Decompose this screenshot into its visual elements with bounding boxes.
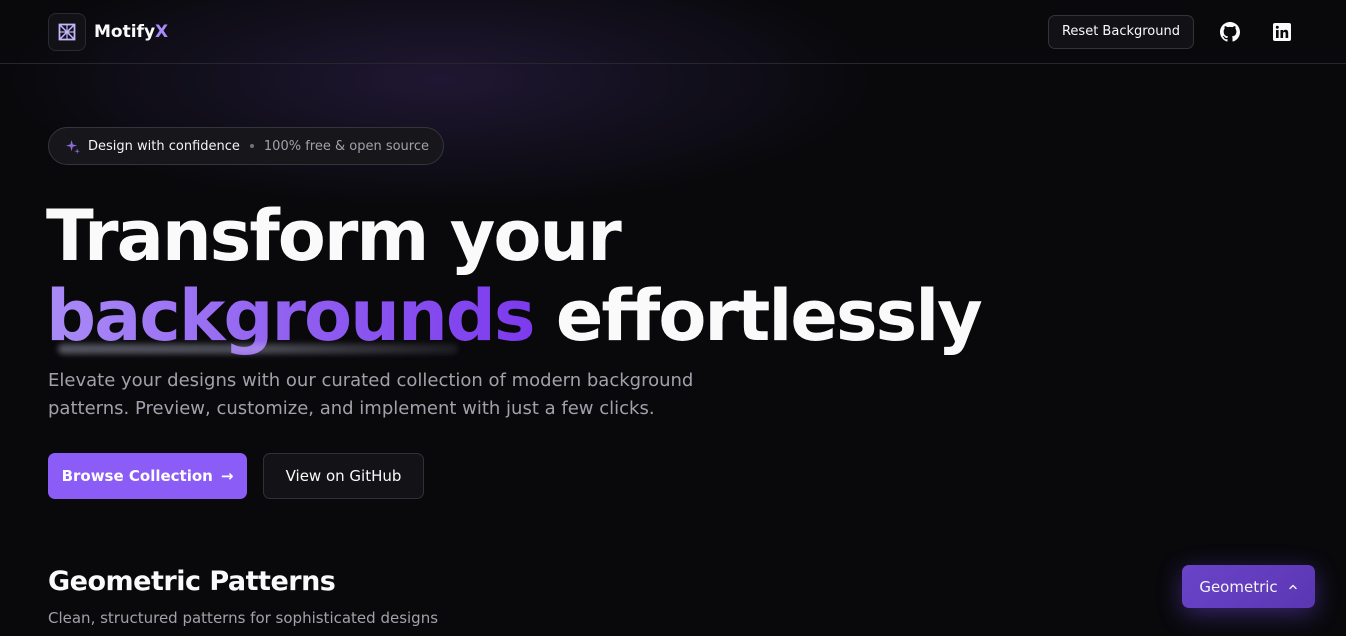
logo-icon: [48, 12, 86, 51]
linkedin-link[interactable]: [1266, 16, 1298, 48]
accent-underline-glow: [58, 344, 458, 354]
badge-separator: [249, 144, 254, 148]
brand-name-text: Motify: [94, 21, 156, 42]
linkedin-icon: [1273, 22, 1291, 41]
category-selector-button[interactable]: Geometric: [1182, 565, 1315, 608]
reset-background-button[interactable]: Reset Background: [1047, 14, 1194, 49]
badge-muted-text: 100% free & open source: [263, 138, 429, 154]
brand[interactable]: Motify X: [48, 12, 168, 51]
hero-title-rest: effortlessly: [533, 275, 983, 357]
section-title: Geometric Patterns: [48, 566, 336, 597]
brand-name: Motify X: [94, 22, 168, 42]
hero-subtitle: Elevate your designs with our curated co…: [48, 367, 728, 423]
badge-strong-text: Design with confidence: [88, 138, 240, 154]
hero-title-line1: Transform your: [46, 195, 622, 277]
github-icon: [1220, 21, 1240, 42]
hero-subtitle-line2: patterns. Preview, customize, and implem…: [48, 398, 655, 419]
hero-subtitle-line1: Elevate your designs with our curated co…: [48, 370, 694, 391]
hero-badge: Design with confidence 100% free & open …: [48, 127, 444, 165]
view-on-github-button[interactable]: View on GitHub: [263, 453, 424, 499]
header-actions: Reset Background: [1047, 14, 1298, 49]
arrow-right-icon: →: [220, 467, 234, 485]
top-nav: Motify X Reset Background: [0, 0, 1346, 64]
github-link[interactable]: [1214, 16, 1246, 48]
chevron-up-icon: [1288, 584, 1297, 589]
hero-title: Transform your backgrounds effortlessly: [46, 195, 983, 357]
browse-collection-button[interactable]: Browse Collection →: [48, 453, 247, 499]
browse-collection-label: Browse Collection: [61, 467, 213, 485]
page: Motify X Reset Background Design with co…: [0, 0, 1346, 636]
brand-name-accent: X: [155, 21, 169, 42]
category-selector-label: Geometric: [1199, 577, 1278, 596]
sparkles-icon: [65, 139, 80, 154]
section-subtitle: Clean, structured patterns for sophistic…: [48, 609, 439, 627]
